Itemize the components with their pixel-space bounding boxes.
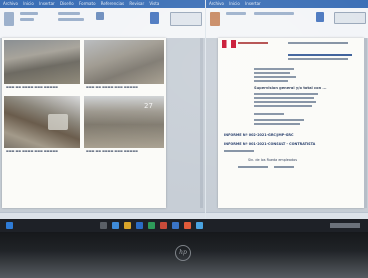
align-buttons[interactable] — [58, 18, 84, 21]
footer-line: Sin. de los Rueda empleados — [248, 158, 297, 162]
styles-icon-right[interactable] — [316, 12, 324, 22]
hp-logo: hp — [175, 245, 191, 261]
left-statusbar — [0, 212, 205, 219]
caption-3: ▬▬▬ ▬▬ ▬▬▬▬ ▬▬▬ ▬▬▬▬▬ — [6, 150, 59, 153]
taskbar — [0, 219, 368, 232]
font-format-buttons[interactable] — [20, 18, 34, 21]
field-3 — [274, 166, 294, 168]
styles-gallery[interactable] — [96, 12, 104, 20]
body-line-3 — [254, 101, 316, 103]
subject-line-2 — [288, 58, 348, 60]
app-icon[interactable] — [184, 222, 191, 229]
right-scrollbar[interactable] — [364, 38, 367, 208]
header-strip — [238, 42, 268, 44]
right-statusbar — [206, 212, 368, 219]
photo-road-4: 27 — [84, 96, 164, 148]
tab-archivo-right[interactable]: Archivo — [209, 1, 224, 6]
search-icon[interactable] — [100, 222, 107, 229]
left-scrollbar[interactable] — [200, 38, 203, 208]
clock-area[interactable] — [330, 223, 360, 228]
tab-diseno[interactable]: Diseño — [60, 1, 74, 6]
body-line-1 — [254, 93, 318, 95]
photo-road-1 — [4, 40, 80, 84]
start-icon[interactable] — [6, 222, 13, 229]
heading-line-1: INFORME Nº 002-2021-GRC/JMP-GRC — [224, 133, 294, 137]
paragraph-buttons[interactable] — [58, 12, 80, 15]
header-text — [288, 42, 348, 44]
field-1 — [224, 150, 254, 152]
left-ribbon — [0, 8, 205, 39]
left-ribbon-tabs: Archivo Inicio Insertar Diseño Formato R… — [0, 0, 205, 8]
ref-line-3 — [254, 76, 296, 78]
photo-road-2 — [84, 40, 164, 84]
tab-insertar-right[interactable]: Insertar — [245, 1, 261, 6]
document-page-right: Supervision general y/o total con ... IN… — [218, 38, 364, 208]
right-doc-area: Supervision general y/o total con ... IN… — [206, 38, 368, 219]
folder-icon[interactable] — [124, 222, 131, 229]
body-line-6 — [254, 119, 304, 121]
body-line-4 — [254, 105, 312, 107]
styles-icon[interactable] — [150, 12, 159, 24]
laptop-screen: Archivo Inicio Insertar Diseño Formato R… — [0, 0, 368, 232]
left-document-window: Archivo Inicio Insertar Diseño Formato R… — [0, 0, 205, 219]
ref-line-4 — [254, 80, 288, 82]
tab-inicio[interactable]: Inicio — [23, 1, 34, 6]
taskview-icon[interactable] — [112, 222, 119, 229]
figure-number-label: 27 — [144, 102, 153, 110]
font-box[interactable] — [20, 12, 38, 15]
caption-4: ▬▬▬ ▬▬ ▬▬▬▬ ▬▬▬ ▬▬▬▬▬ — [86, 150, 139, 153]
tab-archivo[interactable]: Archivo — [3, 1, 18, 6]
right-ribbon-tabs: Archivo Inicio Insertar — [206, 0, 368, 8]
right-document-window: Archivo Inicio Insertar Supervision gene… — [206, 0, 368, 219]
mail-icon[interactable] — [196, 222, 203, 229]
paste-button[interactable] — [4, 12, 14, 26]
browser-icon[interactable] — [172, 222, 179, 229]
body-line-7 — [254, 123, 300, 125]
tab-insertar[interactable]: Insertar — [39, 1, 55, 6]
section-title: Supervision general y/o total con ... — [254, 86, 327, 90]
subject-line-1 — [288, 54, 352, 56]
ref-line-1 — [254, 68, 294, 70]
excel-icon[interactable] — [148, 222, 155, 229]
caption-2: ▬▬▬ ▬▬ ▬▬▬▬ ▬▬▬ ▬▬▬▬▬ — [86, 86, 139, 89]
body-line-5 — [254, 113, 284, 115]
left-doc-area: ▬▬▬ ▬▬ ▬▬▬▬ ▬▬▬ ▬▬▬▬▬ ▬▬▬ ▬▬ ▬▬▬▬ ▬▬▬ ▬▬… — [0, 38, 205, 219]
word-icon[interactable] — [136, 222, 143, 229]
right-ribbon — [206, 8, 368, 39]
pdf-icon[interactable] — [160, 222, 167, 229]
field-2 — [238, 166, 268, 168]
document-page: ▬▬▬ ▬▬ ▬▬▬▬ ▬▬▬ ▬▬▬▬▬ ▬▬▬ ▬▬ ▬▬▬▬ ▬▬▬ ▬▬… — [2, 38, 166, 208]
flag-icon — [222, 40, 236, 48]
ref-line-2 — [254, 72, 290, 74]
tab-referencias[interactable]: Referencias — [101, 1, 124, 6]
caption-1: ▬▬▬ ▬▬ ▬▬▬▬ ▬▬▬ ▬▬▬▬▬ — [6, 86, 59, 89]
photo: Archivo Inicio Insertar Diseño Formato R… — [0, 0, 368, 278]
tab-vista[interactable]: Vista — [149, 1, 159, 6]
tab-revisar[interactable]: Revisar — [129, 1, 144, 6]
heading-line-2: INFORME Nº 001-2021-CONSULT - CONTRATIST… — [224, 142, 316, 146]
font-box-right[interactable] — [226, 12, 246, 15]
avatar-icon — [210, 12, 220, 26]
photo-road-3 — [4, 96, 80, 148]
tab-formato[interactable]: Formato — [79, 1, 96, 6]
paragraph-buttons-right[interactable] — [254, 12, 294, 15]
body-line-2 — [254, 97, 314, 99]
search-box-right[interactable] — [334, 12, 366, 24]
tab-inicio-right[interactable]: Inicio — [229, 1, 240, 6]
search-box[interactable] — [170, 12, 202, 26]
